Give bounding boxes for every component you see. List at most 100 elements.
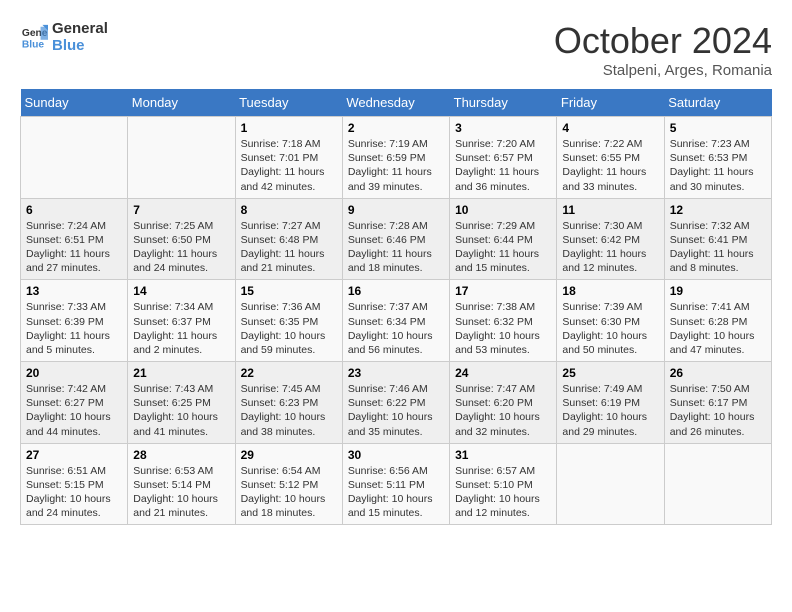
calendar-cell: 16 Sunrise: 7:37 AM Sunset: 6:34 PM Dayli… — [342, 280, 449, 362]
day-number: 28 — [133, 448, 229, 462]
day-number: 30 — [348, 448, 444, 462]
cell-content: Sunrise: 7:25 AM Sunset: 6:50 PM Dayligh… — [133, 219, 229, 276]
calendar-table: SundayMondayTuesdayWednesdayThursdayFrid… — [20, 89, 772, 525]
calendar-cell: 7 Sunrise: 7:25 AM Sunset: 6:50 PM Daylig… — [128, 198, 235, 280]
calendar-cell: 5Sunrise: 7:23 AM Sunset: 6:53 PM Daylig… — [664, 117, 771, 199]
cell-content: Sunrise: 7:46 AM Sunset: 6:22 PM Dayligh… — [348, 382, 444, 439]
calendar-cell: 18 Sunrise: 7:39 AM Sunset: 6:30 PM Dayli… — [557, 280, 664, 362]
day-number: 10 — [455, 203, 551, 217]
day-number: 25 — [562, 366, 658, 380]
day-number: 7 — [133, 203, 229, 217]
day-number: 26 — [670, 366, 766, 380]
logo-line2: Blue — [52, 37, 108, 54]
logo-icon: General Blue — [20, 23, 48, 51]
cell-content: Sunrise: 7:33 AM Sunset: 6:39 PM Dayligh… — [26, 300, 122, 357]
cell-content: Sunrise: 7:36 AM Sunset: 6:35 PM Dayligh… — [241, 300, 337, 357]
cell-content: Sunrise: 7:43 AM Sunset: 6:25 PM Dayligh… — [133, 382, 229, 439]
day-number: 13 — [26, 284, 122, 298]
day-number: 9 — [348, 203, 444, 217]
day-number: 8 — [241, 203, 337, 217]
calendar-cell — [557, 443, 664, 525]
cell-content: Sunrise: 7:30 AM Sunset: 6:42 PM Dayligh… — [562, 219, 658, 276]
day-number: 5 — [670, 121, 766, 135]
calendar-cell: 31 Sunrise: 6:57 AM Sunset: 5:10 PM Dayli… — [450, 443, 557, 525]
day-number: 12 — [670, 203, 766, 217]
day-number: 18 — [562, 284, 658, 298]
calendar-cell — [21, 117, 128, 199]
calendar-cell: 20 Sunrise: 7:42 AM Sunset: 6:27 PM Dayli… — [21, 362, 128, 444]
cell-content: Sunrise: 7:50 AM Sunset: 6:17 PM Dayligh… — [670, 382, 766, 439]
svg-text:Blue: Blue — [22, 39, 45, 50]
calendar-cell: 6 Sunrise: 7:24 AM Sunset: 6:51 PM Daylig… — [21, 198, 128, 280]
cell-content: Sunrise: 6:57 AM Sunset: 5:10 PM Dayligh… — [455, 464, 551, 521]
calendar-cell: 27 Sunrise: 6:51 AM Sunset: 5:15 PM Dayli… — [21, 443, 128, 525]
cell-content: Sunrise: 7:24 AM Sunset: 6:51 PM Dayligh… — [26, 219, 122, 276]
calendar-week-row: 20 Sunrise: 7:42 AM Sunset: 6:27 PM Dayli… — [21, 362, 772, 444]
cell-content: Sunrise: 7:47 AM Sunset: 6:20 PM Dayligh… — [455, 382, 551, 439]
cell-content: Sunrise: 7:18 AM Sunset: 7:01 PM Dayligh… — [241, 137, 337, 194]
calendar-cell: 9 Sunrise: 7:28 AM Sunset: 6:46 PM Daylig… — [342, 198, 449, 280]
cell-content: Sunrise: 7:19 AM Sunset: 6:59 PM Dayligh… — [348, 137, 444, 194]
day-number: 6 — [26, 203, 122, 217]
day-number: 21 — [133, 366, 229, 380]
day-number: 16 — [348, 284, 444, 298]
day-number: 27 — [26, 448, 122, 462]
day-number: 19 — [670, 284, 766, 298]
calendar-cell: 26 Sunrise: 7:50 AM Sunset: 6:17 PM Dayli… — [664, 362, 771, 444]
weekday-header-row: SundayMondayTuesdayWednesdayThursdayFrid… — [21, 89, 772, 117]
calendar-week-row: 13 Sunrise: 7:33 AM Sunset: 6:39 PM Dayli… — [21, 280, 772, 362]
weekday-header: Friday — [557, 89, 664, 117]
logo-line1: General — [52, 20, 108, 37]
weekday-header: Wednesday — [342, 89, 449, 117]
calendar-cell: 21 Sunrise: 7:43 AM Sunset: 6:25 PM Dayli… — [128, 362, 235, 444]
day-number: 17 — [455, 284, 551, 298]
calendar-cell: 11 Sunrise: 7:30 AM Sunset: 6:42 PM Dayli… — [557, 198, 664, 280]
calendar-cell: 12 Sunrise: 7:32 AM Sunset: 6:41 PM Dayli… — [664, 198, 771, 280]
cell-content: Sunrise: 6:53 AM Sunset: 5:14 PM Dayligh… — [133, 464, 229, 521]
calendar-week-row: 6 Sunrise: 7:24 AM Sunset: 6:51 PM Daylig… — [21, 198, 772, 280]
cell-content: Sunrise: 7:34 AM Sunset: 6:37 PM Dayligh… — [133, 300, 229, 357]
page-header: General Blue General Blue October 2024 S… — [20, 20, 772, 79]
cell-content: Sunrise: 6:54 AM Sunset: 5:12 PM Dayligh… — [241, 464, 337, 521]
cell-content: Sunrise: 7:28 AM Sunset: 6:46 PM Dayligh… — [348, 219, 444, 276]
day-number: 11 — [562, 203, 658, 217]
cell-content: Sunrise: 7:29 AM Sunset: 6:44 PM Dayligh… — [455, 219, 551, 276]
cell-content: Sunrise: 6:51 AM Sunset: 5:15 PM Dayligh… — [26, 464, 122, 521]
cell-content: Sunrise: 7:49 AM Sunset: 6:19 PM Dayligh… — [562, 382, 658, 439]
day-number: 31 — [455, 448, 551, 462]
cell-content: Sunrise: 7:42 AM Sunset: 6:27 PM Dayligh… — [26, 382, 122, 439]
calendar-cell: 10 Sunrise: 7:29 AM Sunset: 6:44 PM Dayli… — [450, 198, 557, 280]
day-number: 24 — [455, 366, 551, 380]
calendar-cell: 24 Sunrise: 7:47 AM Sunset: 6:20 PM Dayli… — [450, 362, 557, 444]
cell-content: Sunrise: 7:27 AM Sunset: 6:48 PM Dayligh… — [241, 219, 337, 276]
calendar-cell: 15Sunrise: 7:36 AM Sunset: 6:35 PM Dayli… — [235, 280, 342, 362]
cell-content: Sunrise: 7:22 AM Sunset: 6:55 PM Dayligh… — [562, 137, 658, 194]
calendar-cell: 8 Sunrise: 7:27 AM Sunset: 6:48 PM Daylig… — [235, 198, 342, 280]
weekday-header: Sunday — [21, 89, 128, 117]
calendar-cell: 30Sunrise: 6:56 AM Sunset: 5:11 PM Dayli… — [342, 443, 449, 525]
day-number: 2 — [348, 121, 444, 135]
cell-content: Sunrise: 7:32 AM Sunset: 6:41 PM Dayligh… — [670, 219, 766, 276]
day-number: 23 — [348, 366, 444, 380]
calendar-cell — [128, 117, 235, 199]
calendar-cell: 3Sunrise: 7:20 AM Sunset: 6:57 PM Daylig… — [450, 117, 557, 199]
day-number: 3 — [455, 121, 551, 135]
calendar-cell: 1 Sunrise: 7:18 AM Sunset: 7:01 PM Daylig… — [235, 117, 342, 199]
calendar-cell: 22Sunrise: 7:45 AM Sunset: 6:23 PM Dayli… — [235, 362, 342, 444]
logo: General Blue General Blue — [20, 20, 108, 54]
cell-content: Sunrise: 7:39 AM Sunset: 6:30 PM Dayligh… — [562, 300, 658, 357]
calendar-cell: 4 Sunrise: 7:22 AM Sunset: 6:55 PM Daylig… — [557, 117, 664, 199]
cell-content: Sunrise: 7:37 AM Sunset: 6:34 PM Dayligh… — [348, 300, 444, 357]
day-number: 29 — [241, 448, 337, 462]
day-number: 14 — [133, 284, 229, 298]
cell-content: Sunrise: 7:38 AM Sunset: 6:32 PM Dayligh… — [455, 300, 551, 357]
day-number: 20 — [26, 366, 122, 380]
day-number: 4 — [562, 121, 658, 135]
calendar-cell — [664, 443, 771, 525]
day-number: 1 — [241, 121, 337, 135]
calendar-cell: 25 Sunrise: 7:49 AM Sunset: 6:19 PM Dayli… — [557, 362, 664, 444]
calendar-week-row: 1 Sunrise: 7:18 AM Sunset: 7:01 PM Daylig… — [21, 117, 772, 199]
day-number: 22 — [241, 366, 337, 380]
weekday-header: Thursday — [450, 89, 557, 117]
calendar-cell: 23 Sunrise: 7:46 AM Sunset: 6:22 PM Dayli… — [342, 362, 449, 444]
